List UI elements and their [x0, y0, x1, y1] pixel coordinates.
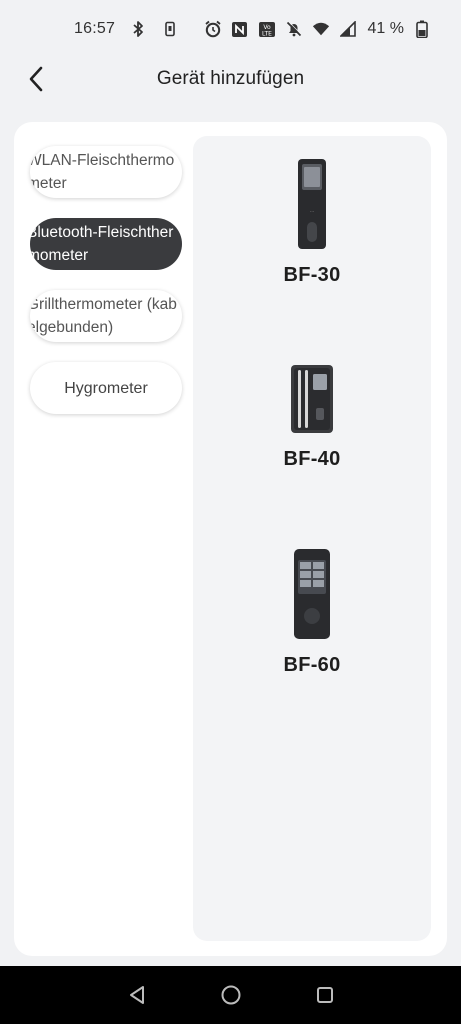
category-label: Grillthermometer (kabelgebunden)	[30, 296, 177, 336]
device-name: BF-30	[283, 264, 341, 286]
chevron-left-icon	[29, 66, 43, 92]
home-circle-icon	[221, 985, 240, 1005]
category-hygrometer[interactable]: Hygrometer	[30, 362, 182, 414]
nav-recents-button[interactable]	[314, 984, 336, 1006]
battery-icon	[413, 20, 431, 38]
main-card: WLAN-Fleischthermometer Bluetooth-Fleisc…	[14, 122, 447, 956]
device-item-bf-60[interactable]: BF-60	[193, 548, 431, 677]
battery-percent: 41 %	[367, 20, 404, 37]
back-button[interactable]	[22, 64, 50, 94]
svg-text:LTE: LTE	[262, 30, 272, 37]
category-wlan-meat-thermometer[interactable]: WLAN-Fleischthermometer	[30, 146, 182, 198]
bluetooth-icon	[129, 20, 147, 38]
device-name: BF-40	[283, 448, 341, 470]
category-bluetooth-meat-thermometer[interactable]: Bluetooth-Fleischthermometer	[30, 218, 182, 270]
device-name: BF-60	[283, 654, 341, 676]
status-bar: 16:57 Vo LTE 41 %	[0, 0, 461, 58]
thermometer-display-icon	[294, 549, 330, 639]
status-right-icons: Vo LTE 41 %	[204, 20, 431, 38]
category-label: WLAN-Fleischthermometer	[30, 152, 175, 192]
thermometer-case-icon	[291, 365, 333, 433]
wifi-icon	[312, 20, 330, 38]
phone-small-icon	[161, 20, 179, 38]
status-left-icons	[129, 20, 179, 38]
signal-icon	[339, 20, 357, 38]
mute-bell-icon	[285, 20, 303, 38]
device-item-bf-30[interactable]: ··· BF-30	[193, 158, 431, 287]
back-triangle-icon	[129, 986, 144, 1004]
nfc-icon	[231, 20, 249, 38]
thermometer-device-icon: ···	[298, 159, 326, 249]
category-grill-thermometer-wired[interactable]: Grillthermometer (kabelgebunden)	[30, 290, 182, 342]
page-title: Gerät hinzufügen	[156, 68, 305, 89]
header: Gerät hinzufügen	[0, 58, 461, 100]
svg-text:···: ···	[310, 209, 315, 215]
category-label: Bluetooth-Fleischthermometer	[30, 224, 174, 264]
device-item-bf-40[interactable]: BF-40	[193, 364, 431, 471]
category-list: WLAN-Fleischthermometer Bluetooth-Fleisc…	[30, 146, 182, 434]
status-time: 16:57	[74, 20, 116, 37]
nav-home-button[interactable]	[220, 984, 242, 1006]
volte-icon: Vo LTE	[258, 20, 276, 38]
alarm-icon	[204, 20, 222, 38]
system-nav-bar	[0, 966, 461, 1024]
nav-back-button[interactable]	[126, 984, 148, 1006]
device-panel: ··· BF-30 BF-40 BF-60	[193, 136, 431, 941]
category-label: Hygrometer	[64, 379, 148, 397]
recents-square-icon	[316, 987, 333, 1003]
